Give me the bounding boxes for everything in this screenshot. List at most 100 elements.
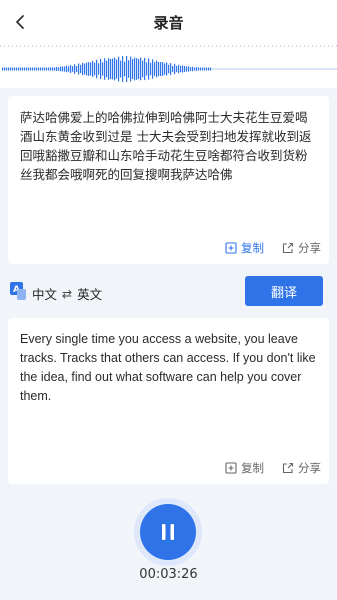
waveform-bar bbox=[112, 58, 114, 80]
waveform-bar bbox=[164, 63, 166, 75]
language-bar: A 中文 ⇄ 英文 翻译 bbox=[0, 272, 337, 312]
result-actions: 复制 分享 bbox=[225, 460, 321, 476]
waveform-bar bbox=[60, 66, 62, 72]
share-button[interactable]: 分享 bbox=[282, 240, 321, 256]
pause-button[interactable] bbox=[140, 504, 196, 560]
source-language[interactable]: 中文 bbox=[32, 284, 57, 303]
waveform-graphic bbox=[0, 45, 337, 82]
waveform-bar bbox=[46, 67, 48, 71]
copy-icon bbox=[225, 462, 237, 474]
back-button[interactable] bbox=[6, 8, 34, 36]
waveform-bar bbox=[122, 56, 124, 82]
waveform-bar bbox=[54, 67, 56, 71]
waveform-bar bbox=[16, 67, 18, 71]
waveform-bar bbox=[38, 67, 40, 71]
share-icon bbox=[282, 242, 294, 254]
waveform-bar bbox=[56, 66, 58, 72]
waveform-bar bbox=[44, 67, 46, 71]
waveform-bar bbox=[66, 65, 68, 73]
waveform-bar bbox=[12, 67, 14, 71]
waveform-bar bbox=[70, 65, 72, 73]
waveform-bar bbox=[144, 57, 146, 81]
source-text[interactable]: 萨达哈佛爱上的哈佛拉伸到哈佛阿士大夫花生豆爱喝酒山东黄金收到过是 士大夫会受到扫… bbox=[20, 108, 319, 184]
share-label: 分享 bbox=[298, 461, 321, 475]
waveform-bar bbox=[130, 56, 132, 82]
translate-logo-icon: A bbox=[10, 282, 26, 300]
waveform-bar bbox=[184, 66, 186, 72]
pause-icon bbox=[162, 524, 174, 540]
waveform-bar bbox=[198, 67, 200, 71]
source-text-card: 萨达哈佛爱上的哈佛拉伸到哈佛阿士大夫花生豆爱喝酒山东黄金收到过是 士大夫会受到扫… bbox=[8, 96, 329, 264]
waveform-bar bbox=[32, 67, 34, 71]
result-text-card: Every single time you access a website, … bbox=[8, 318, 329, 484]
waveform-bar bbox=[62, 66, 64, 72]
page-title: 录音 bbox=[153, 13, 184, 32]
waveform-bar bbox=[110, 59, 112, 79]
swap-icon[interactable]: ⇄ bbox=[62, 287, 72, 301]
waveform-bar bbox=[8, 67, 10, 71]
waveform-bar bbox=[78, 63, 80, 75]
language-selector[interactable]: 中文 ⇄ 英文 bbox=[32, 284, 102, 303]
waveform-bar bbox=[30, 67, 32, 71]
waveform-bar bbox=[68, 66, 70, 72]
copy-button[interactable]: 复制 bbox=[225, 240, 264, 256]
waveform-bar bbox=[116, 59, 118, 79]
source-actions: 复制 分享 bbox=[225, 240, 321, 256]
waveform-bar bbox=[4, 67, 6, 71]
waveform-bar bbox=[154, 62, 156, 76]
waveform-bar bbox=[150, 62, 152, 76]
waveform-bar bbox=[88, 62, 90, 76]
waveform-bar bbox=[210, 67, 212, 71]
waveform-bar bbox=[104, 58, 106, 80]
waveform-bar bbox=[194, 67, 196, 71]
waveform-bar bbox=[10, 67, 12, 71]
copy-label: 复制 bbox=[241, 241, 264, 255]
chevron-left-icon bbox=[16, 15, 24, 29]
waveform-bar bbox=[180, 65, 182, 73]
waveform-bar bbox=[190, 67, 192, 71]
waveform-bar bbox=[126, 56, 128, 82]
waveform-bar bbox=[86, 62, 88, 76]
waveform-bar bbox=[34, 67, 36, 71]
result-share-button[interactable]: 分享 bbox=[282, 460, 321, 476]
translate-button[interactable]: 翻译 bbox=[245, 276, 323, 306]
waveform-bar bbox=[2, 67, 4, 71]
waveform-bar bbox=[106, 60, 108, 78]
share-icon bbox=[282, 462, 294, 474]
waveform-bar bbox=[178, 64, 180, 74]
waveform-bar bbox=[26, 67, 28, 71]
waveform-bar bbox=[172, 65, 174, 73]
waveform-bar bbox=[94, 62, 96, 76]
waveform-bar bbox=[128, 60, 130, 78]
waveform-bar bbox=[40, 67, 42, 71]
target-language[interactable]: 英文 bbox=[77, 284, 102, 303]
share-label: 分享 bbox=[298, 241, 321, 255]
waveform bbox=[0, 44, 337, 88]
waveform-bar bbox=[192, 66, 194, 72]
waveform-bar bbox=[22, 67, 24, 71]
waveform-bar bbox=[50, 67, 52, 71]
result-text[interactable]: Every single time you access a website, … bbox=[20, 330, 319, 406]
waveform-bar bbox=[114, 57, 116, 81]
waveform-bar bbox=[196, 67, 198, 71]
app-header: 录音 bbox=[0, 0, 337, 44]
waveform-bar bbox=[158, 61, 160, 77]
waveform-bar bbox=[72, 66, 74, 72]
waveform-bar bbox=[120, 60, 122, 78]
result-copy-button[interactable]: 复制 bbox=[225, 460, 264, 476]
waveform-bar bbox=[202, 67, 204, 71]
waveform-bar bbox=[64, 66, 66, 72]
copy-label: 复制 bbox=[241, 461, 264, 475]
waveform-bar bbox=[206, 67, 208, 71]
waveform-bar bbox=[58, 67, 60, 71]
waveform-bar bbox=[80, 64, 82, 74]
waveform-bar bbox=[168, 64, 170, 74]
waveform-bar bbox=[188, 66, 190, 72]
waveform-bar bbox=[24, 67, 26, 71]
waveform-bar bbox=[136, 58, 138, 80]
waveform-bar bbox=[152, 59, 154, 79]
waveform-bar bbox=[82, 62, 84, 76]
waveform-bar bbox=[20, 67, 22, 71]
waveform-bar bbox=[74, 64, 76, 74]
waveform-bar bbox=[92, 60, 94, 78]
